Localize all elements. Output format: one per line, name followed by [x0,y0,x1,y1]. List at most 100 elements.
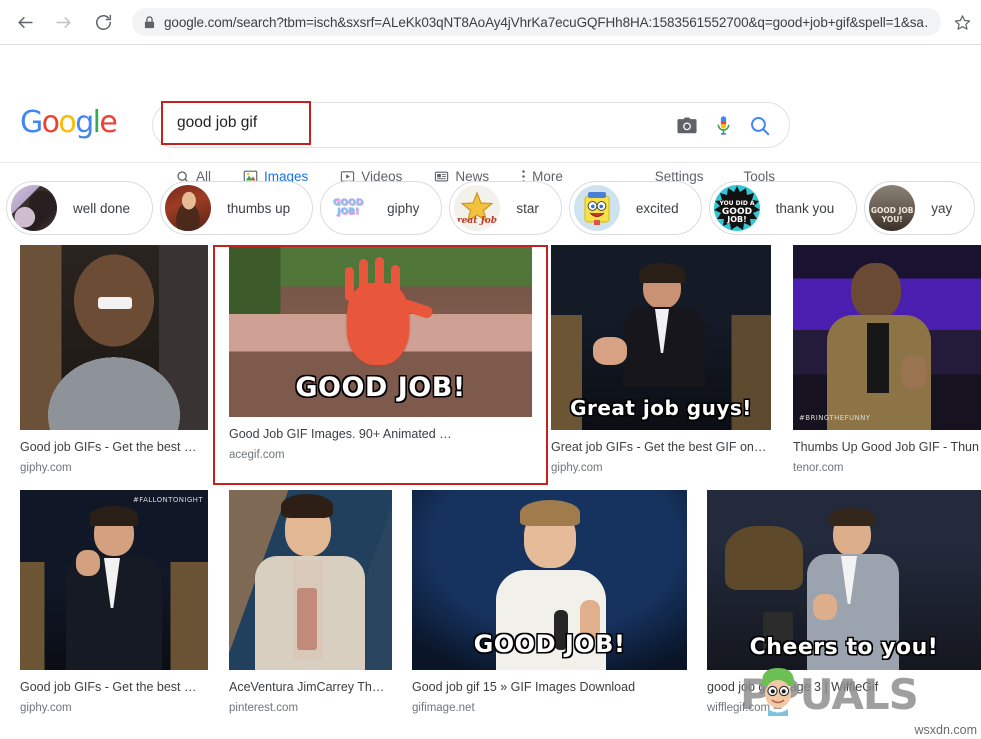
thumb-art-finger [359,259,368,301]
thumb-art-hair [639,263,685,283]
chip-thumbnail [165,185,211,231]
mic-glyph [715,115,732,137]
result-card[interactable]: #BRINGTHEFUNNY Thumbs Up Good Job GIF - … [793,245,981,475]
result-thumbnail[interactable]: Great job guys! [551,245,771,430]
logo-letter-e: e [99,105,116,140]
thumb-art-hair [520,500,580,526]
result-domain: wifflegif.com [707,701,981,715]
result-title[interactable]: Good job gif 15 » GIF Images Download [412,680,687,695]
chip-giphy[interactable]: GOODJOB! giphy [320,181,442,235]
chip-label: yay [931,201,952,216]
bookmark-star-button[interactable] [947,7,977,37]
result-thumbnail[interactable]: #BRINGTHEFUNNY [793,245,981,430]
result-title[interactable]: Good job GIFs - Get the best … [20,680,208,695]
chip-thumbnail: GOOD JOBYOU! [869,185,915,231]
thumb-art-flowers [725,526,803,590]
svg-text:YOU DID A: YOU DID A [718,200,754,207]
reload-icon [94,13,113,32]
chip-excited[interactable]: excited [569,181,702,235]
chip-label: thank you [776,201,835,216]
chip-label: thumbs up [227,201,290,216]
back-arrow-icon [16,13,35,32]
search-input[interactable]: good job gif [161,101,311,145]
gold-star-icon: reat Job [457,188,497,228]
result-card[interactable]: GOOD JOB! Good job gif 15 » GIF Images D… [412,490,687,715]
search-bar[interactable]: good job gif [152,102,790,148]
magnifier-glyph [749,115,771,137]
thumb-art-hair [281,494,333,518]
thumb-art-finger [345,267,354,301]
result-thumbnail[interactable]: GOOD JOB! [229,245,532,417]
chip-label: giphy [387,201,419,216]
thumb-art-hand [901,355,927,389]
result-card[interactable]: Cheers to you! good job gifs Page 3 | Wi… [707,490,981,715]
address-bar[interactable]: google.com/search?tbm=isch&sxsrf=ALeKk03… [132,8,941,36]
chip-thumbnail [574,185,620,231]
search-query-text: good job gif [177,114,257,132]
chip-label: well done [73,201,130,216]
thumb-art-detail [20,245,208,430]
result-domain: giphy.com [551,461,771,475]
logo-letter-o1: o [42,105,59,140]
thumb-art-hand [813,594,837,620]
logo-letter-g: g [75,105,92,140]
thumb-art-hair [829,508,875,526]
camera-glyph [676,117,698,135]
result-card[interactable]: #FALLONTONIGHT Good job GIFs - Get the b… [20,490,208,715]
result-thumbnail[interactable]: GOOD JOB! [412,490,687,670]
chip-thumbnail: reat Job [454,185,500,231]
result-title[interactable]: good job gifs Page 3 | WiffleGif [707,680,981,695]
result-title[interactable]: Thumbs Up Good Job GIF - Thun [793,440,981,455]
google-logo[interactable]: Google [20,105,116,140]
thumb-overlay-text: Great job guys! [551,396,771,420]
result-thumbnail[interactable]: Cheers to you! [707,490,981,670]
result-thumbnail[interactable]: #FALLONTONIGHT [20,490,208,670]
padlock-glyph [144,16,155,29]
chip-yay[interactable]: GOOD JOBYOU! yay [864,181,975,235]
chip-star[interactable]: reat Job star [449,181,562,235]
result-title[interactable]: Great job GIFs - Get the best GIF on… [551,440,771,455]
result-card[interactable]: GOOD JOB! Good Job GIF Images. 90+ Anima… [229,245,532,462]
logo-letter-o2: o [58,105,75,140]
chip-label: excited [636,201,679,216]
thumb-overlay-text: GOOD JOB! [229,372,532,403]
search-submit-icon[interactable] [749,115,771,137]
result-domain: pinterest.com [229,701,392,715]
microphone-icon[interactable] [715,115,732,137]
result-title[interactable]: Good Job GIF Images. 90+ Animated … [229,427,532,442]
chip-thumbs-up[interactable]: thumbs up [160,181,313,235]
logo-letter-G: G [20,105,42,140]
forward-button[interactable] [48,7,78,37]
reload-button[interactable] [88,7,118,37]
result-title[interactable]: Good job GIFs - Get the best … [20,440,208,455]
result-thumbnail[interactable] [20,245,208,430]
lock-icon [144,16,155,29]
thumb-art-head [851,263,901,319]
chip-label: star [516,201,539,216]
chip-thumbnail: YOU DID A GOOD JOB! [714,185,760,231]
url-text: google.com/search?tbm=isch&sxsrf=ALeKk03… [164,15,929,30]
forward-arrow-icon [54,13,73,32]
thumb-art-hand [76,550,100,576]
result-domain: gifimage.net [412,701,687,715]
result-card[interactable]: Great job guys! Great job GIFs - Get the… [551,245,771,475]
svg-text:reat Job: reat Job [457,216,497,226]
camera-icon[interactable] [676,117,698,135]
svg-text:JOB!: JOB! [726,215,747,224]
related-searches-chips: well done thumbs up GOODJOB! giphy reat … [0,175,981,241]
thumb-overlay-text: GOOD JOB! [412,630,687,658]
result-card[interactable]: Good job GIFs - Get the best … giphy.com [20,245,208,475]
chip-well-done[interactable]: well done [6,181,153,235]
result-card[interactable]: AceVentura JimCarrey Th… pinterest.com [229,490,392,715]
thumb-corner-tag: #BRINGTHEFUNNY [799,414,870,422]
thumb-corner-tag: #FALLONTONIGHT [133,496,203,504]
results-row: #FALLONTONIGHT Good job GIFs - Get the b… [0,490,981,735]
back-button[interactable] [10,7,40,37]
result-thumbnail[interactable] [229,490,392,670]
thumb-art-detail [98,297,132,309]
browser-toolbar: google.com/search?tbm=isch&sxsrf=ALeKk03… [0,0,981,45]
chip-thank-you[interactable]: YOU DID A GOOD JOB! thank you [709,181,858,235]
image-results-grid: Good job GIFs - Get the best … giphy.com… [0,245,981,739]
result-domain: giphy.com [20,701,208,715]
result-title[interactable]: AceVentura JimCarrey Th… [229,680,392,695]
